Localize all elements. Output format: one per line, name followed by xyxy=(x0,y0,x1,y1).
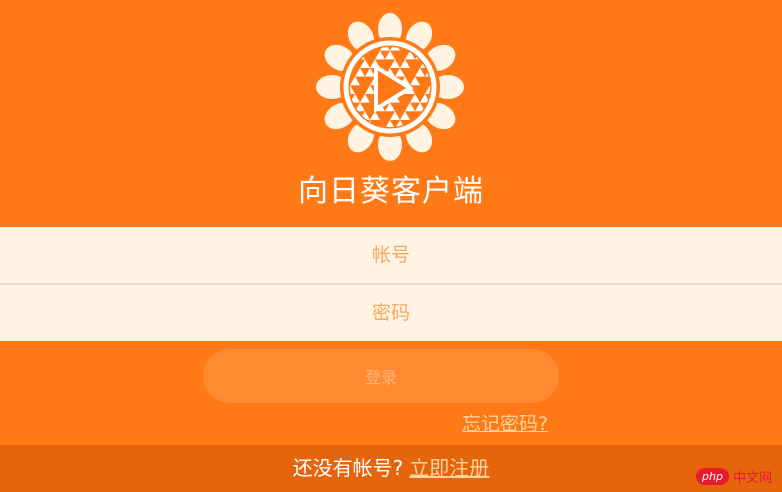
register-prompt: 还没有帐号? xyxy=(292,456,404,480)
password-input[interactable] xyxy=(0,285,782,341)
watermark-text: 中文网 xyxy=(732,470,772,486)
username-input[interactable] xyxy=(0,227,782,283)
app-title: 向日葵客户端 xyxy=(298,174,484,209)
logo-triangle xyxy=(435,137,445,146)
forgot-password-link[interactable]: 忘记密码? xyxy=(462,410,548,438)
logo-triangle xyxy=(455,137,465,146)
watermark: php 中文网 xyxy=(696,464,772,488)
watermark-badge: php xyxy=(696,467,729,485)
sunflower-logo-icon xyxy=(314,12,466,162)
register-link[interactable]: 立即注册 xyxy=(409,456,489,480)
register-footer: 还没有帐号? 立即注册 xyxy=(0,445,782,492)
login-button[interactable]: 登录 xyxy=(203,349,559,403)
